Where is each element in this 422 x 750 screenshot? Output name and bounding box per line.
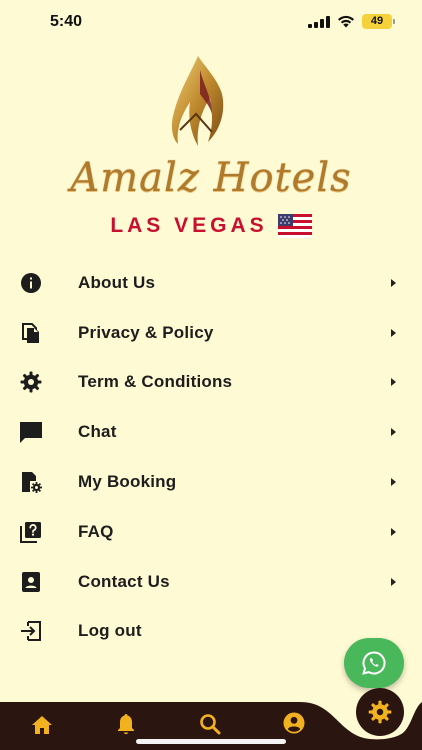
chevron-right-icon: [391, 527, 396, 536]
chevron-right-icon: [391, 378, 396, 387]
menu-item-contact-us[interactable]: Contact Us: [0, 557, 422, 607]
menu-item-my-booking[interactable]: My Booking: [0, 457, 422, 507]
settings-icon: [368, 700, 392, 724]
signal-icon: [308, 16, 330, 28]
info-icon: [21, 272, 41, 293]
side-menu: About Us Privacy & Policy Term & Conditi…: [0, 258, 422, 656]
documents-icon: [22, 322, 39, 343]
menu-item-label: About Us: [78, 272, 156, 292]
brand-logo-flame: [171, 56, 224, 146]
settings-button[interactable]: [356, 688, 404, 736]
menu-item-terms-conditions[interactable]: Term & Conditions: [0, 358, 422, 408]
home-indicator[interactable]: [136, 739, 286, 744]
brand-name: Amalz Hotels: [70, 155, 352, 201]
search-icon[interactable]: [198, 712, 222, 736]
menu-item-label: Contact Us: [78, 571, 170, 591]
chevron-right-icon: [391, 478, 396, 487]
chat-bubble-icon: [20, 422, 42, 444]
menu-item-privacy-policy[interactable]: Privacy & Policy: [0, 308, 422, 358]
menu-item-faq[interactable]: FAQ: [0, 507, 422, 557]
battery-indicator: 49: [362, 14, 395, 29]
logout-icon: [21, 621, 41, 642]
booking-icon: [22, 472, 42, 494]
whatsapp-button[interactable]: [344, 638, 404, 688]
menu-item-about-us[interactable]: About Us: [0, 258, 422, 308]
gear-icon: [20, 371, 42, 393]
menu-item-chat[interactable]: Chat: [0, 407, 422, 457]
menu-item-label: FAQ: [78, 521, 114, 541]
menu-item-label: Term & Conditions: [78, 372, 233, 392]
chevron-right-icon: [391, 328, 396, 337]
bell-icon[interactable]: [114, 712, 138, 736]
chevron-right-icon: [391, 278, 396, 287]
chevron-right-icon: [391, 577, 396, 586]
us-flag-icon: [277, 214, 312, 238]
wifi-icon: [338, 15, 354, 28]
contact-card-icon: [22, 571, 40, 592]
menu-item-label: Log out: [78, 621, 142, 641]
status-time: 5:40: [50, 13, 83, 30]
brand-location: LAS VEGAS: [110, 214, 268, 237]
menu-item-label: Privacy & Policy: [78, 322, 214, 342]
brand-location-row: LAS VEGAS: [0, 210, 422, 242]
chevron-right-icon: [391, 428, 396, 437]
account-icon[interactable]: [282, 711, 306, 735]
help-icon: [20, 521, 41, 543]
menu-item-label: Chat: [78, 422, 117, 442]
status-bar: 5:40 49: [0, 0, 422, 46]
whatsapp-icon: [362, 651, 386, 675]
menu-item-label: My Booking: [78, 472, 177, 492]
home-icon[interactable]: [30, 713, 54, 737]
